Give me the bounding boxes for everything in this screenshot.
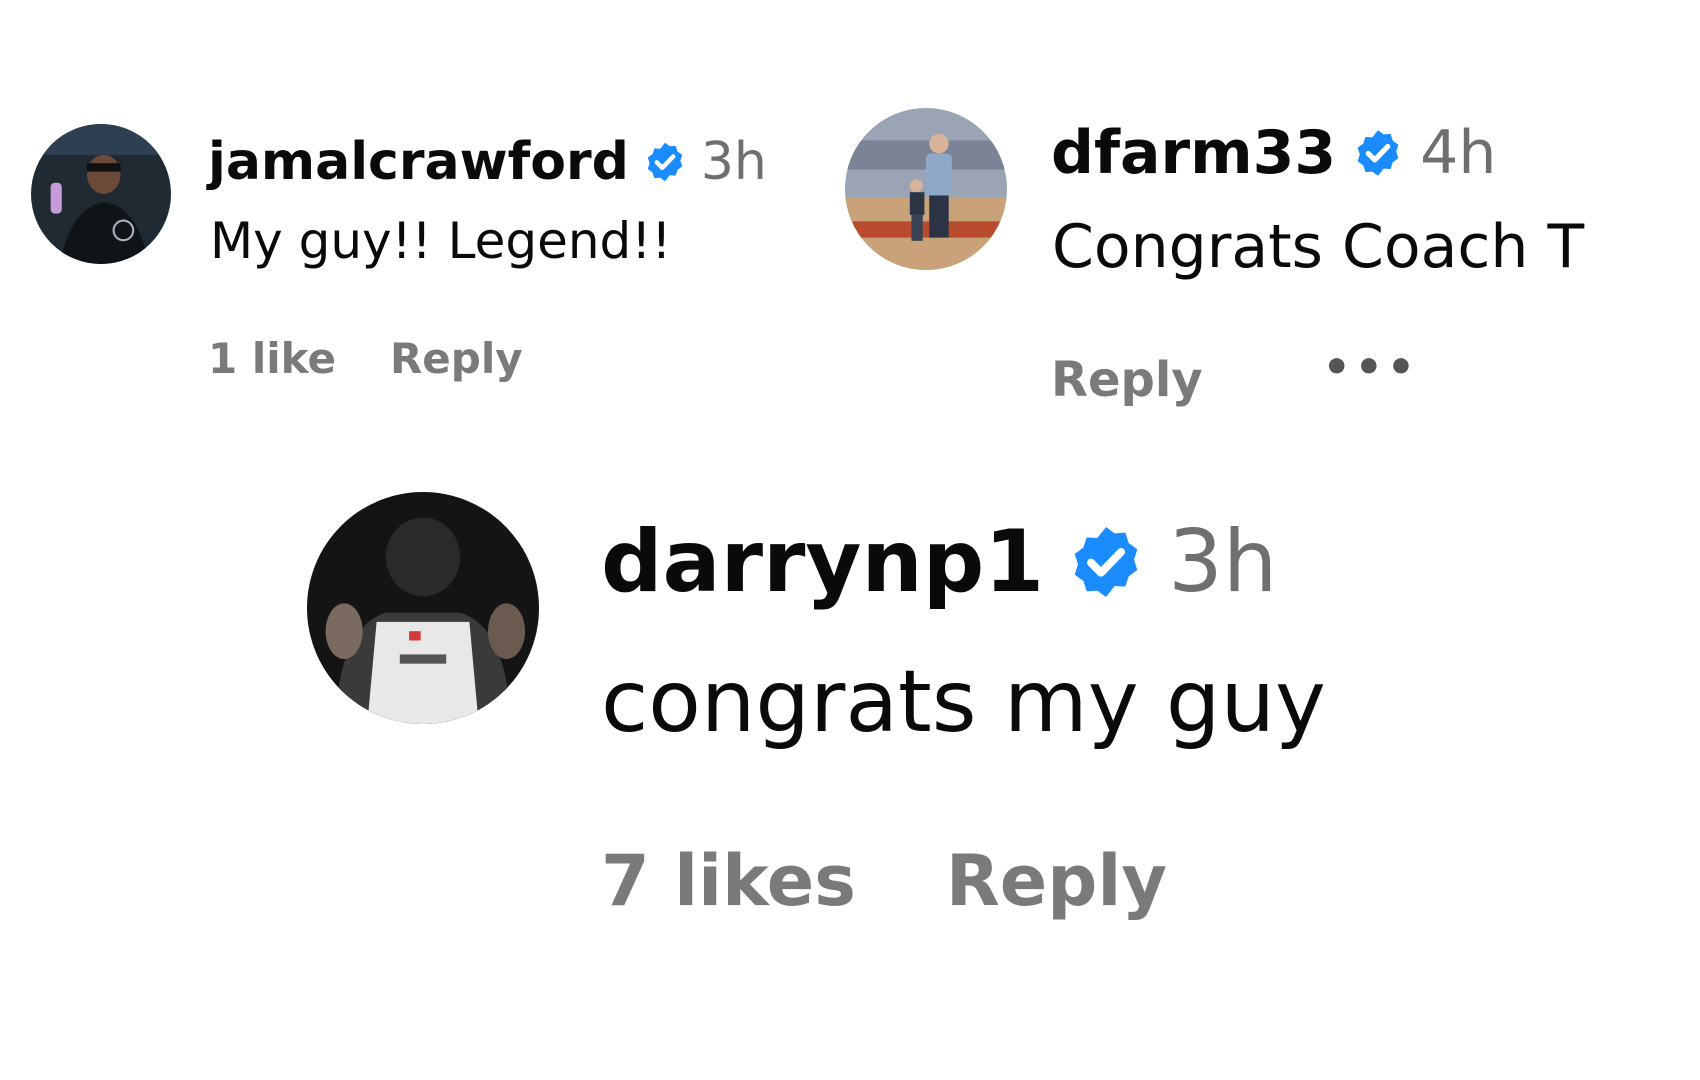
username[interactable]: dfarm33: [1051, 118, 1336, 188]
comment-text: congrats my guy: [601, 652, 1326, 752]
comment-actions: 7 likes Reply: [601, 840, 1167, 922]
comment-header: jamalcrawford 3h: [208, 132, 767, 192]
reply-button[interactable]: Reply: [1051, 352, 1203, 408]
likes-count[interactable]: 7 likes: [601, 840, 856, 922]
comment-actions: Reply •••: [1051, 346, 1419, 409]
username[interactable]: jamalcrawford: [208, 132, 629, 192]
verified-badge-icon: [643, 140, 687, 184]
reply-button[interactable]: Reply: [390, 334, 523, 383]
avatar[interactable]: [31, 124, 171, 264]
more-options-icon[interactable]: •••: [1323, 346, 1419, 390]
timestamp[interactable]: 3h: [1168, 512, 1277, 612]
avatar[interactable]: [845, 108, 1007, 270]
timestamp[interactable]: 3h: [701, 132, 767, 192]
comment-actions: 1 like Reply: [208, 334, 523, 383]
reply-button[interactable]: Reply: [946, 840, 1167, 922]
username[interactable]: darrynp1: [601, 512, 1044, 612]
comment-header: dfarm33 4h: [1051, 118, 1496, 188]
comment-header: darrynp1 3h: [601, 512, 1277, 612]
likes-count[interactable]: 1 like: [208, 334, 336, 383]
verified-badge-icon: [1352, 127, 1404, 179]
comment-text: Congrats Coach T: [1052, 212, 1585, 282]
comment-text: My guy!! Legend!!: [210, 212, 672, 270]
avatar-image: [307, 492, 539, 724]
avatar[interactable]: [307, 492, 539, 724]
timestamp[interactable]: 4h: [1420, 118, 1496, 188]
verified-badge-icon: [1066, 522, 1146, 602]
avatar-image: [31, 124, 171, 264]
avatar-image: [845, 108, 1007, 270]
